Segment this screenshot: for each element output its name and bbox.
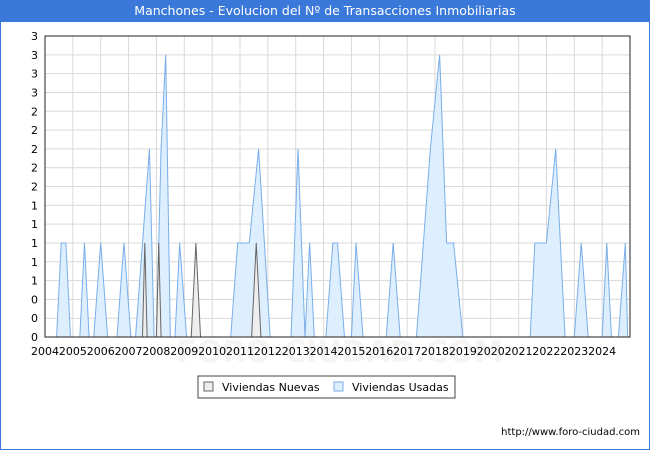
y-tick-label: 1 [31,275,38,288]
y-tick-label: 0 [31,293,38,306]
x-tick-label: 2011 [226,345,254,358]
y-tick-label: 3 [31,49,38,62]
legend-label-viviendas-usadas: Viviendas Usadas [352,381,449,394]
series-layer [56,54,629,338]
y-tick-label: 1 [31,256,38,269]
x-tick-label: 2014 [310,345,338,358]
x-tick-label: 2008 [142,345,170,358]
y-tick-label: 0 [31,312,38,325]
x-tick-label: 2021 [505,345,533,358]
y-tick-label: 0 [31,331,38,344]
y-tick-label: 2 [31,162,38,175]
x-tick-label: 2010 [198,345,226,358]
x-tick-label: 2020 [477,345,505,358]
y-tick-label: 3 [31,68,38,81]
y-tick-label: 2 [31,181,38,194]
x-axis-ticks: 2004 2005 2006 2007 2008 2009 2010 2011 2012 2013… [31,345,616,358]
chart-svg: FORO-CIUDAD.COM 00011111222223333 2004 20… [31,30,631,399]
y-tick-label: 2 [31,124,38,137]
legend: Viviendas Nuevas Viviendas Usadas [197,375,456,399]
footer-url: http://www.foro-ciudad.com [501,427,640,438]
x-tick-label: 2012 [254,345,282,358]
legend-label-viviendas-nuevas: Viviendas Nuevas [222,381,320,394]
x-tick-label: 2022 [532,345,560,358]
x-tick-label: 2016 [365,345,393,358]
y-tick-label: 3 [31,86,38,99]
x-tick-label: 2004 [31,345,59,358]
y-tick-label: 1 [31,199,38,212]
x-tick-label: 2013 [282,345,310,358]
x-tick-label: 2005 [59,345,87,358]
x-tick-label: 2007 [115,345,143,358]
x-tick-label: 2009 [170,345,198,358]
x-tick-label: 2024 [588,345,616,358]
y-tick-label: 3 [31,30,38,43]
y-tick-label: 1 [31,218,38,231]
y-axis-ticks: 0 0 0 1 1 1 1 1 2 2 2 2 2 3 3 3 3 [31,30,38,344]
x-tick-label: 2015 [337,345,365,358]
y-tick-label: 2 [31,143,38,156]
series-area-viviendas-usadas [56,54,628,337]
legend-swatch-viviendas-usadas [333,381,344,392]
x-tick-label: 2019 [449,345,477,358]
y-tick-label: 1 [31,237,38,250]
x-tick-label: 2018 [421,345,449,358]
x-tick-label: 2023 [560,345,588,358]
x-tick-label: 2017 [393,345,421,358]
legend-swatch-viviendas-nuevas [203,381,214,392]
x-tick-label: 2006 [87,345,115,358]
y-tick-label: 2 [31,105,38,118]
